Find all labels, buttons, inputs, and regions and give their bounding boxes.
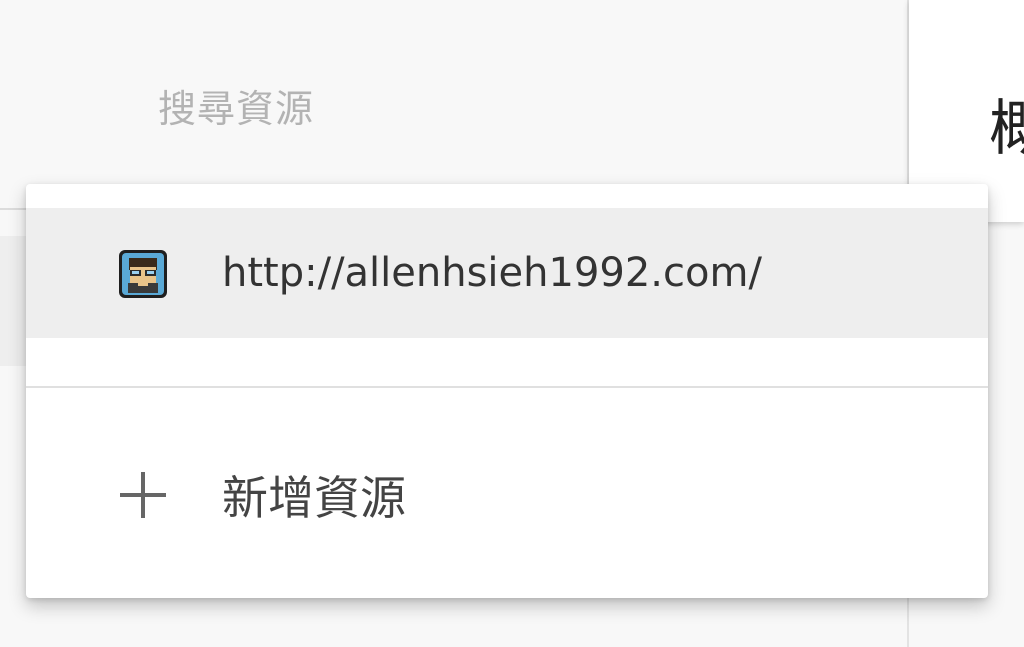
plus-icon <box>120 472 166 518</box>
add-property-button[interactable]: 新增資源 <box>26 442 988 542</box>
add-property-label: 新增資源 <box>222 471 406 525</box>
list-row-background <box>0 236 26 366</box>
property-url: http://allenhsieh1992.com/ <box>222 250 762 296</box>
property-dropdown-menu: http://allenhsieh1992.com/ 新增資源 <box>26 184 988 598</box>
property-menu-item[interactable]: http://allenhsieh1992.com/ <box>26 208 988 338</box>
search-bar[interactable]: 搜尋資源 <box>0 0 908 210</box>
menu-divider <box>26 386 988 388</box>
page-title: 概 <box>989 94 1024 164</box>
site-avatar-icon <box>118 249 168 299</box>
search-input[interactable]: 搜尋資源 <box>158 78 314 133</box>
app-window: 搜尋資源 概 http://allenhsieh1992.com/ 新增資源 <box>0 0 1024 647</box>
